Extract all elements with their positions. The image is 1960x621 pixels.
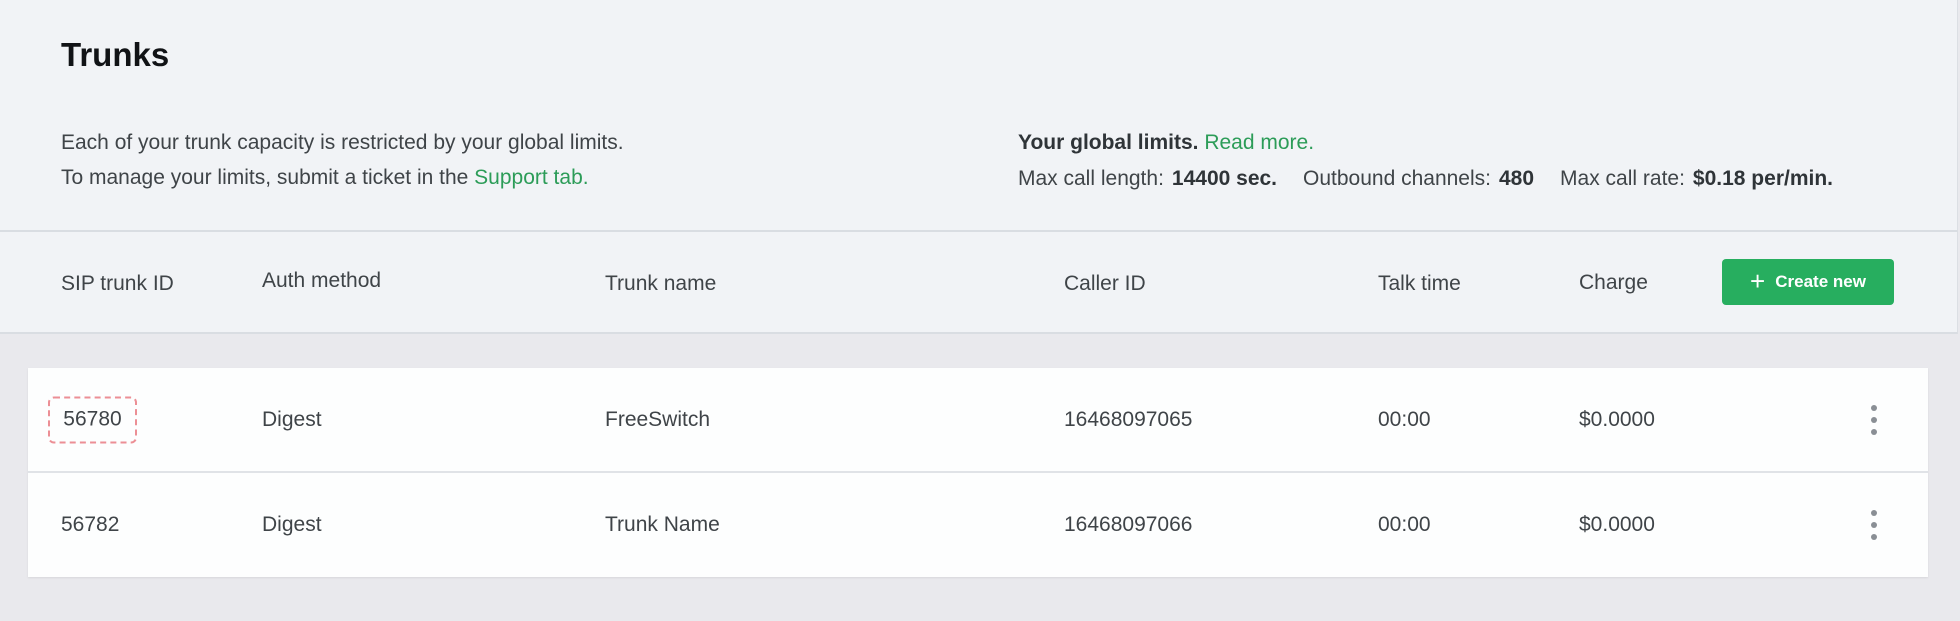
column-header-charge: Charge	[1579, 271, 1648, 294]
kebab-menu-icon[interactable]	[1866, 510, 1882, 540]
table-header: SIP trunk ID Auth method Trunk name Call…	[0, 232, 1958, 334]
max-call-rate-label: Max call rate:	[1560, 167, 1685, 190]
column-header-sip-trunk-id: SIP trunk ID	[61, 272, 174, 295]
max-call-rate-value: $0.18 per/min.	[1692, 167, 1833, 190]
column-header-trunk-name: Trunk name	[605, 272, 717, 295]
kebab-menu-icon[interactable]	[1866, 404, 1882, 435]
caller-id-cell: 16468097066	[1064, 513, 1193, 536]
page-title: Trunks	[61, 36, 170, 73]
outbound-channels-value: 480	[1499, 167, 1535, 190]
max-call-length-label: Max call length:	[1018, 167, 1164, 190]
capacity-info-text: Each of your trunk capacity is restricte…	[61, 131, 624, 154]
auth-method-cell: Digest	[262, 407, 322, 431]
plus-icon: +	[1750, 266, 1766, 296]
manage-limits-prefix: To manage your limits, submit a ticket i…	[61, 166, 475, 189]
table-row[interactable]: 56782 Digest Trunk Name 16468097066 00:0…	[28, 473, 1928, 577]
global-limits-label: Your global limits.	[1018, 131, 1199, 154]
talk-time-cell: 00:00	[1378, 513, 1431, 536]
sip-trunk-id-cell[interactable]: 56782	[61, 513, 119, 537]
column-header-talk-time: Talk time	[1378, 272, 1461, 295]
talk-time-cell: 00:00	[1378, 407, 1431, 431]
trunks-page: Trunks Each of your trunk capacity is re…	[0, 0, 1960, 621]
outbound-channels-label: Outbound channels:	[1303, 167, 1491, 190]
column-header-auth-method: Auth method	[262, 269, 382, 292]
trunk-name-cell: Trunk Name	[605, 513, 720, 536]
charge-cell: $0.0000	[1579, 407, 1655, 431]
max-call-length-value: 14400 sec.	[1171, 167, 1278, 190]
header-panel: Trunks Each of your trunk capacity is re…	[0, 0, 1958, 232]
create-new-button[interactable]: + Create new	[1722, 259, 1894, 305]
create-new-label: Create new	[1775, 272, 1866, 291]
global-limits-values: Max call length: 14400 sec. Outbound chann…	[1018, 167, 1833, 191]
manage-limits-text: To manage your limits, submit a ticket i…	[61, 166, 589, 190]
caller-id-cell: 16468097065	[1064, 407, 1193, 431]
charge-cell: $0.0000	[1579, 513, 1655, 536]
read-more-link[interactable]: Read more.	[1204, 131, 1314, 154]
support-tab-link[interactable]: Support tab.	[474, 166, 588, 189]
global-limits-title: Your global limits. Read more.	[1018, 131, 1314, 155]
table-row[interactable]: 56780 Digest FreeSwitch 16468097065 00:0…	[28, 368, 1928, 473]
sip-trunk-id-cell[interactable]: 56780	[48, 396, 137, 443]
trunks-table: 56780 Digest FreeSwitch 16468097065 00:0…	[28, 368, 1928, 577]
trunk-name-cell: FreeSwitch	[605, 407, 711, 431]
column-header-caller-id: Caller ID	[1064, 272, 1146, 295]
auth-method-cell: Digest	[262, 513, 322, 536]
